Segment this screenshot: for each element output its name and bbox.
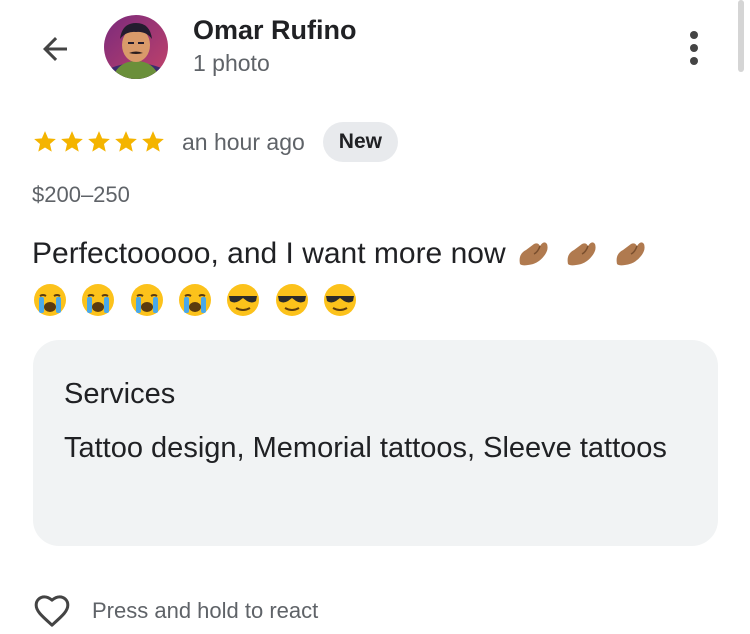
rating-row: an hour ago New — [32, 122, 398, 162]
review-header: Omar Rufino 1 photo — [0, 0, 750, 100]
crying-face-emoji — [82, 284, 115, 316]
more-options-button[interactable] — [676, 28, 712, 68]
user-name[interactable]: Omar Rufino — [193, 15, 357, 46]
react-row[interactable]: Press and hold to react — [30, 588, 318, 634]
star-icon — [88, 131, 110, 152]
star-icon — [115, 131, 137, 152]
services-list: Tattoo design, Memorial tattoos, Sleeve … — [64, 432, 667, 464]
arrow-left-icon — [43, 37, 67, 61]
crying-face-emoji — [179, 284, 212, 316]
price-range: $200–250 — [32, 182, 130, 207]
star-icon — [61, 131, 83, 152]
services-card: Services Tattoo design, Memorial tattoos… — [33, 340, 718, 546]
sunglasses-face-emoji — [275, 284, 308, 316]
user-photo-count: 1 photo — [193, 50, 270, 76]
pinching-hand-emoji — [616, 242, 645, 266]
avatar-image — [104, 15, 168, 79]
more-vertical-icon — [690, 31, 698, 65]
new-badge: New — [322, 122, 398, 162]
sunglasses-face-emoji — [324, 284, 357, 316]
heart-outline-icon — [34, 595, 70, 627]
services-title: Services — [64, 378, 176, 410]
star-icon — [34, 131, 56, 152]
back-button[interactable] — [32, 26, 78, 72]
sunglasses-face-emoji — [227, 284, 260, 316]
pinching-hand-emoji — [519, 242, 548, 266]
crying-face-emoji — [130, 284, 163, 316]
review-text: Perfectooooo, and I want more now — [32, 237, 506, 270]
review-time: an hour ago — [182, 128, 305, 155]
star-icon — [142, 131, 164, 152]
react-button[interactable] — [30, 589, 74, 633]
avatar[interactable] — [104, 15, 168, 79]
scrollbar[interactable] — [738, 0, 744, 72]
review-body: Perfectooooo, and I want more now — [32, 230, 712, 326]
star-rating — [32, 129, 166, 155]
pinching-hand-emoji — [567, 242, 596, 266]
crying-face-emoji — [34, 284, 66, 316]
react-label: Press and hold to react — [92, 598, 319, 623]
